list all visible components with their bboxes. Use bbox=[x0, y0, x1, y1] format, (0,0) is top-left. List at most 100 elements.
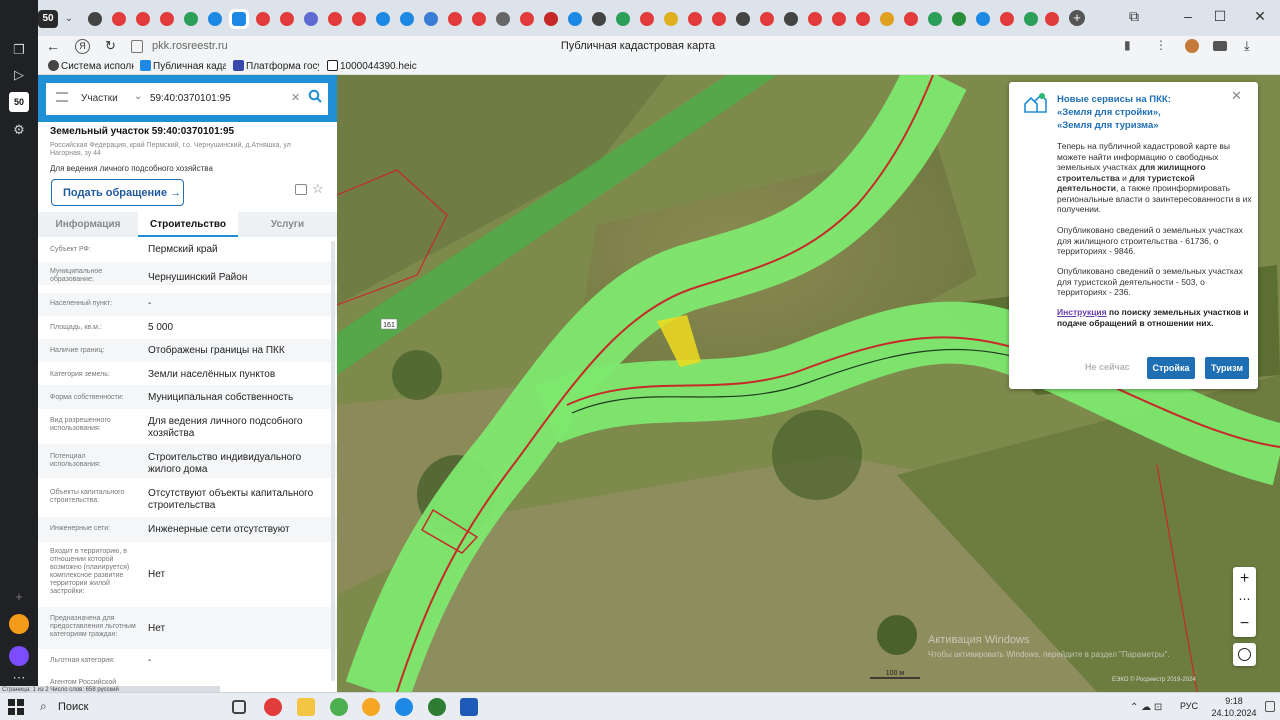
tab-favicon[interactable] bbox=[1045, 12, 1059, 26]
back-icon[interactable]: ← bbox=[46, 38, 60, 54]
tab-favicon[interactable] bbox=[784, 12, 798, 26]
minimize-button[interactable]: – bbox=[1178, 6, 1198, 26]
tray-icons[interactable]: ⌃ ☁ ⊡ bbox=[1130, 702, 1162, 713]
tab-favicon[interactable] bbox=[424, 12, 438, 26]
row-value: Земли населённых пунктов bbox=[148, 369, 276, 380]
download-icon[interactable]: ⤓ bbox=[1244, 38, 1250, 54]
tab-favicon[interactable] bbox=[808, 12, 822, 26]
tab-favicon[interactable] bbox=[160, 12, 174, 26]
chrome-icon[interactable] bbox=[330, 698, 348, 716]
new-tab-button[interactable]: + bbox=[1069, 10, 1085, 26]
tab-favicon[interactable] bbox=[712, 12, 726, 26]
tab-favicon[interactable] bbox=[520, 12, 534, 26]
tab-favicon[interactable] bbox=[760, 12, 774, 26]
tab-favicon[interactable] bbox=[688, 12, 702, 26]
more-icon[interactable]: ⋯ bbox=[9, 668, 29, 688]
build-button[interactable]: Стройка bbox=[1147, 357, 1195, 379]
tab-favicon[interactable] bbox=[88, 12, 102, 26]
windows-start-icon[interactable] bbox=[8, 699, 24, 715]
tab-favicon[interactable] bbox=[1024, 12, 1038, 26]
yandex-icon[interactable]: Я bbox=[75, 39, 90, 54]
tab-favicon[interactable] bbox=[184, 12, 198, 26]
tab-active-favicon[interactable] bbox=[229, 9, 249, 29]
tab-favicon[interactable] bbox=[280, 12, 294, 26]
bookmark-item[interactable]: Платформа госуд bbox=[233, 60, 319, 72]
clock-time[interactable]: 9:18 bbox=[1214, 696, 1254, 706]
reload-icon[interactable]: ↻ bbox=[105, 38, 116, 54]
edge-icon[interactable] bbox=[395, 698, 413, 716]
bookmark-item[interactable]: Система исполне bbox=[48, 60, 134, 72]
zoom-in-button[interactable]: + bbox=[1233, 567, 1256, 590]
zoom-more-button[interactable]: ⋯ bbox=[1233, 590, 1256, 613]
taskbar-search[interactable]: ⌕ Поиск bbox=[32, 696, 222, 718]
tab-favicon[interactable] bbox=[352, 12, 366, 26]
app-s-icon[interactable] bbox=[264, 698, 282, 716]
close-window-button[interactable]: ✕ bbox=[1250, 6, 1270, 26]
bookmark-item[interactable]: Публичная кадас bbox=[140, 60, 226, 72]
explorer-icon[interactable] bbox=[297, 698, 315, 716]
tab-favicon[interactable] bbox=[616, 12, 630, 26]
tab-favicon[interactable] bbox=[544, 12, 558, 26]
instruction-link[interactable]: Инструкция bbox=[1057, 307, 1107, 317]
tab-favicon[interactable] bbox=[736, 12, 750, 26]
assistant-icon[interactable] bbox=[9, 646, 29, 666]
tab-favicon[interactable] bbox=[496, 12, 510, 26]
tab-favicon[interactable] bbox=[1000, 12, 1014, 26]
language-indicator[interactable]: РУС bbox=[1180, 701, 1198, 711]
tab-favicon[interactable] bbox=[256, 12, 270, 26]
menu-icon[interactable]: ⋮ bbox=[1155, 38, 1167, 52]
tab-favicon[interactable] bbox=[976, 12, 990, 26]
later-button[interactable]: Не сейчас bbox=[1085, 362, 1130, 372]
tab-favicon[interactable] bbox=[928, 12, 942, 26]
profile-icon[interactable] bbox=[1213, 41, 1227, 51]
row-label: Льготная категория: bbox=[50, 657, 115, 664]
forest-patch bbox=[392, 350, 442, 400]
word-icon[interactable] bbox=[460, 698, 478, 716]
tab-favicon[interactable] bbox=[448, 12, 462, 26]
tab-favicon[interactable] bbox=[856, 12, 870, 26]
tab-favicon[interactable] bbox=[880, 12, 894, 26]
app-green-icon[interactable] bbox=[428, 698, 446, 716]
scrollbar[interactable] bbox=[331, 241, 335, 681]
bookmark-icon[interactable]: ▮ bbox=[1124, 38, 1131, 52]
yandex-browser-icon[interactable] bbox=[362, 698, 380, 716]
tab-favicon[interactable] bbox=[568, 12, 582, 26]
tourism-button[interactable]: Туризм bbox=[1205, 357, 1249, 379]
tab-favicon[interactable] bbox=[640, 12, 654, 26]
tab-favicon[interactable] bbox=[952, 12, 966, 26]
play-icon[interactable]: ▷ bbox=[9, 65, 29, 85]
extension-icon[interactable] bbox=[1185, 39, 1199, 53]
tab-favicon[interactable] bbox=[328, 12, 342, 26]
task-view-icon[interactable] bbox=[232, 700, 246, 714]
maximize-button[interactable]: ☐ bbox=[1210, 6, 1230, 26]
notifications-icon[interactable] bbox=[1265, 701, 1275, 712]
tab-favicon[interactable] bbox=[592, 12, 606, 26]
parcel-panel: Участки ⌄ 59:40:0370101:95 ✕ Земельный у… bbox=[38, 75, 337, 692]
tab-favicon[interactable] bbox=[832, 12, 846, 26]
zoom-controls: + ⋯ − bbox=[1233, 567, 1256, 637]
alice-icon[interactable] bbox=[9, 614, 29, 634]
tab-favicon[interactable] bbox=[304, 12, 318, 26]
row-label: Инженерные сети: bbox=[50, 525, 111, 532]
tab-favicon[interactable] bbox=[376, 12, 390, 26]
tab-favicon[interactable] bbox=[904, 12, 918, 26]
add-panel-icon[interactable]: + bbox=[9, 587, 29, 607]
tab-favicon[interactable] bbox=[664, 12, 678, 26]
tab-favicon[interactable] bbox=[112, 12, 126, 26]
compass-button[interactable] bbox=[1233, 643, 1256, 666]
tabs-manager-icon[interactable]: ⧉ bbox=[1124, 6, 1144, 26]
close-icon[interactable]: ✕ bbox=[1231, 88, 1242, 104]
tab-favicon[interactable] bbox=[400, 12, 414, 26]
tab-favicon[interactable] bbox=[136, 12, 150, 26]
copy-icon[interactable]: ❐ bbox=[9, 40, 29, 60]
tab-favicon[interactable] bbox=[208, 12, 222, 26]
sidebar-badge[interactable]: 50 bbox=[9, 92, 29, 112]
tab-counter[interactable]: 50 bbox=[38, 10, 58, 28]
tabs-dropdown-icon[interactable]: ⌄ bbox=[61, 10, 77, 28]
zoom-out-button[interactable]: − bbox=[1233, 613, 1256, 637]
settings-icon[interactable]: ⚙ bbox=[9, 120, 29, 140]
clock-date[interactable]: 24.10.2024 bbox=[1204, 708, 1264, 718]
tab-favicon[interactable] bbox=[472, 12, 486, 26]
bookmark-item[interactable]: 1000044390.heic bbox=[327, 60, 417, 72]
url-field[interactable]: pkk.rosreestr.ru bbox=[152, 40, 228, 52]
